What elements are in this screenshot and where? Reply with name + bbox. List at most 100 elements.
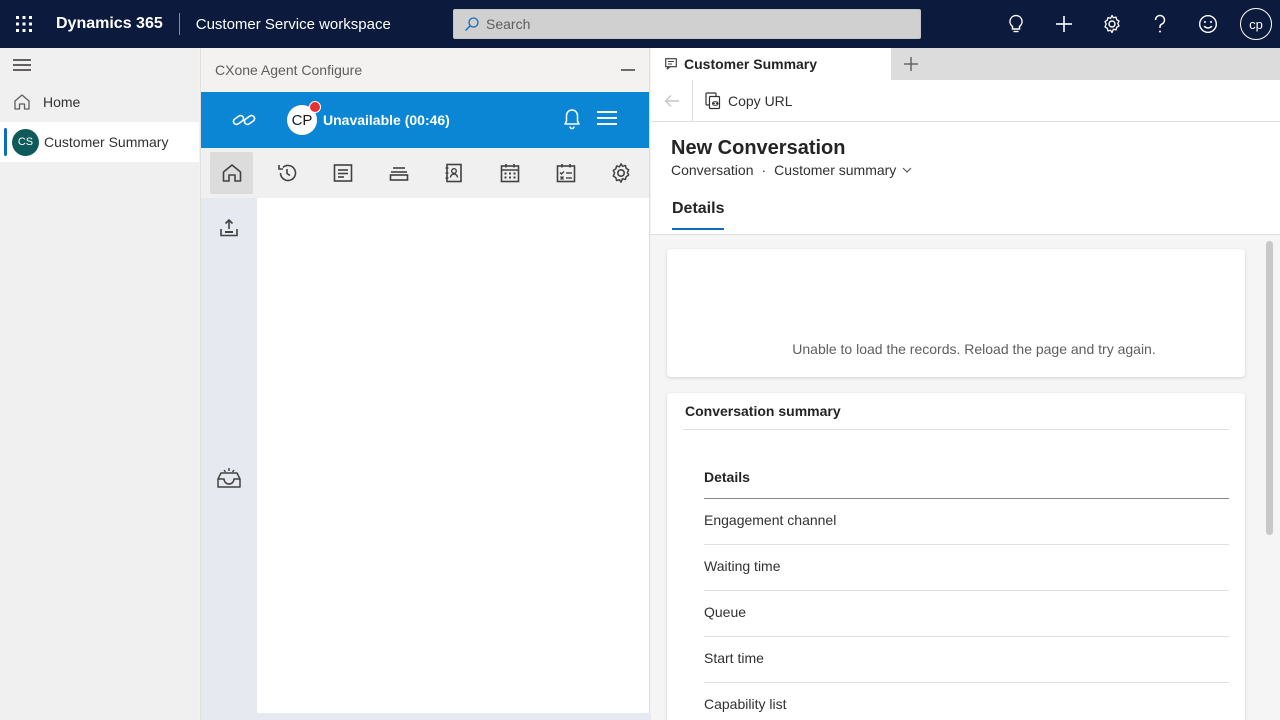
feedback-button[interactable] [1184,0,1232,48]
nav-home-label: Home [43,94,81,110]
summary-title: Conversation summary [685,403,841,419]
question-icon [1154,14,1166,33]
cxone-toolbar [201,148,649,198]
conversation-summary-card: Conversation summary Details Engagement … [667,393,1245,720]
user-avatar: cp [1240,8,1272,40]
form-scroll-area: Unable to load the records. Reload the p… [651,235,1280,720]
schedule-icon [556,164,575,183]
left-navigation: Home CS Customer Summary [0,48,199,720]
field-queue: Queue [704,591,1229,637]
entity-name: Conversation [671,162,754,178]
field-waiting-time: Waiting time [704,545,1229,591]
notes-icon [333,164,353,182]
settings-button[interactable] [1088,0,1136,48]
app-launcher-button[interactable] [0,0,48,48]
lightbulb-icon [1009,14,1023,33]
queue-icon [389,167,408,181]
tab-directory[interactable] [427,148,483,198]
copy-url-label: Copy URL [728,92,793,109]
form-tab-icon [665,58,677,70]
disconnected-link-icon [232,114,256,126]
plus-icon [1056,16,1072,32]
tab-customer-summary[interactable]: Customer Summary [651,48,891,80]
tab-settings[interactable] [593,148,649,198]
cxone-title: CXone Agent Configure [215,62,363,78]
tab-details[interactable]: Details [672,200,725,230]
minimize-icon [621,69,635,71]
search-icon [464,16,480,32]
lightbulb-button[interactable] [992,0,1040,48]
history-icon [278,164,297,182]
plus-icon [904,57,918,71]
notifications-button[interactable] [563,108,581,130]
tab-notes[interactable] [315,148,371,198]
agent-status-text[interactable]: Unavailable (00:46) [323,112,450,128]
tab-home[interactable] [204,148,260,198]
directory-icon [445,163,463,183]
top-navigation-bar: Dynamics 365 Customer Service workspace … [0,0,1280,48]
cxone-menu-button[interactable] [597,110,617,126]
field-engagement-channel: Engagement channel [704,499,1229,545]
error-message: Unable to load the records. Reload the p… [792,341,1156,357]
settings-icon [612,163,630,183]
copy-url-button[interactable]: Copy URL [693,91,793,110]
copy-link-icon [705,91,721,110]
cxone-bottom-bar [201,713,651,720]
help-button[interactable] [1136,0,1184,48]
calendar-icon [500,164,520,183]
customer-summary-panel: Customer Summary Copy URL New Conversati… [651,48,1280,720]
search-input[interactable]: Search [453,9,921,39]
add-tab-button[interactable] [891,48,931,80]
collapse-nav-button[interactable] [0,48,199,82]
minimize-button[interactable] [621,68,635,72]
nav-item-home[interactable]: Home [0,82,199,122]
new-button[interactable] [1040,0,1088,48]
agent-avatar[interactable]: CP [287,101,321,135]
summary-divider [683,429,1229,430]
field-start-time: Start time [704,637,1229,683]
section-title: Details [704,469,750,485]
hamburger-icon [13,59,31,71]
active-indicator [4,128,7,156]
app-name[interactable]: Customer Service workspace [180,16,442,33]
form-subtitle: Conversation · Customer summary [671,162,912,178]
chevron-down-icon[interactable] [902,167,912,173]
form-selector[interactable]: Customer summary [774,162,896,178]
hamburger-icon [597,111,617,125]
home-icon [13,93,31,111]
session-tabstrip: Customer Summary [651,48,1280,80]
agent-initials: CP [291,111,313,129]
unavailable-status-icon [309,101,321,113]
inbox-icon [217,468,241,488]
command-bar: Copy URL [651,79,1280,122]
gear-icon [1104,14,1120,34]
connection-button[interactable] [201,111,287,129]
cxone-header: CXone Agent Configure [201,48,649,92]
tab-history[interactable] [260,148,316,198]
smiley-icon [1198,14,1218,34]
tab-calendar[interactable] [482,148,538,198]
field-capability-list: Capability list [704,683,1229,720]
bell-icon [564,109,580,130]
home-icon [222,164,242,182]
agent-status-bar: CP Unavailable (00:46) [201,92,649,148]
separator: · [761,162,767,178]
inbox-button[interactable] [216,466,242,490]
back-button[interactable] [651,79,693,122]
cxone-panel: CXone Agent Configure CP Unavailable (00… [200,48,651,720]
search-placeholder: Search [486,16,531,32]
session-label: Customer Summary [44,134,169,150]
form-title: New Conversation [671,137,846,159]
tab-customer-summary-label: Customer Summary [684,56,818,72]
session-item-customer-summary[interactable]: CS Customer Summary [0,122,199,162]
upload-tray-icon [220,218,238,237]
waffle-icon [16,16,32,32]
account-button[interactable]: cp [1232,0,1280,48]
records-card: Unable to load the records. Reload the p… [667,249,1245,377]
upload-button[interactable] [219,218,239,238]
vertical-scrollbar[interactable] [1266,241,1273,535]
cxone-side-rail [201,198,257,713]
tab-schedule[interactable] [538,148,594,198]
tab-queue[interactable] [371,148,427,198]
brand-title[interactable]: Dynamics 365 [48,13,180,35]
